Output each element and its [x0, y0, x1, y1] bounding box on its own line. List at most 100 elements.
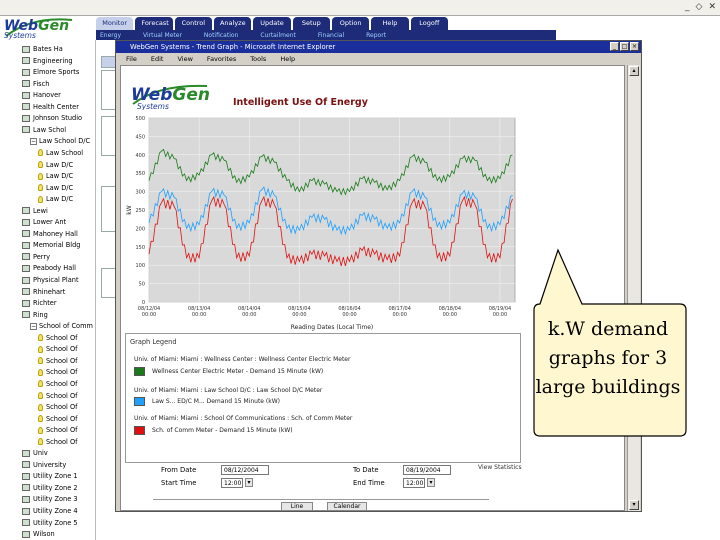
subtab-notification[interactable]: Notification: [204, 32, 238, 39]
nav-item[interactable]: Law D/C: [38, 171, 73, 181]
tab-monitor[interactable]: Monitor: [96, 17, 134, 30]
nav-item[interactable]: Engineering: [22, 56, 73, 66]
nav-item[interactable]: School Of: [38, 333, 78, 343]
nav-item[interactable]: School Of: [38, 379, 78, 389]
nav-item[interactable]: School Of: [38, 367, 78, 377]
nav-item[interactable]: School Of: [38, 402, 78, 412]
tab-update[interactable]: Update: [253, 17, 291, 30]
nav-item[interactable]: Richter: [22, 298, 57, 308]
nav-item[interactable]: Law Schol: [22, 125, 66, 135]
nav-item[interactable]: Utility Zone 3: [22, 494, 78, 504]
nav-item[interactable]: Utility Zone 5: [22, 518, 78, 528]
nav-item-label: School Of: [46, 379, 78, 388]
tab-option[interactable]: Option: [331, 17, 370, 30]
menu-help[interactable]: Help: [280, 55, 295, 63]
start-time-dropdown-icon[interactable]: ▾: [245, 478, 253, 487]
tab-logoff[interactable]: Logoff: [410, 17, 448, 30]
nav-item[interactable]: School Of: [38, 391, 78, 401]
to-date-input[interactable]: [403, 465, 451, 475]
menu-edit[interactable]: Edit: [151, 55, 164, 63]
nav-item[interactable]: Ring: [22, 310, 48, 320]
nav-item[interactable]: Utility Zone 2: [22, 483, 78, 493]
building-icon: [22, 288, 30, 296]
subtab-financial[interactable]: Financial: [318, 32, 344, 39]
menu-favorites[interactable]: Favorites: [207, 55, 236, 63]
building-icon: [22, 264, 30, 272]
nav-item-label: Richter: [33, 299, 57, 308]
restore-icon[interactable]: ◇: [696, 2, 703, 12]
nav-item[interactable]: − School of Comm: [30, 321, 93, 331]
nav-item[interactable]: Law D/C: [38, 194, 73, 204]
scroll-up-icon[interactable]: ▴: [629, 66, 639, 76]
nav-item[interactable]: Hanover: [22, 90, 61, 100]
nav-item-label: School Of: [46, 356, 78, 365]
nav-item[interactable]: Johnson Studio: [22, 113, 82, 123]
tab-setup[interactable]: Setup: [292, 17, 330, 30]
nav-item[interactable]: Health Center: [22, 102, 79, 112]
tab-analyze[interactable]: Analyze: [213, 17, 252, 30]
scroll-down-icon[interactable]: ▾: [629, 500, 639, 510]
nav-item[interactable]: Law D/C: [38, 183, 73, 193]
nav-item[interactable]: School Of: [38, 344, 78, 354]
nav-item[interactable]: Law School: [38, 148, 83, 158]
nav-item[interactable]: Mahoney Hall: [22, 229, 78, 239]
x-tick-label-time: 00:00: [443, 312, 457, 318]
main-tabs: Monitor Forecast Control Analyze Update Setup…: [96, 17, 448, 30]
nav-item[interactable]: Fisch: [22, 79, 49, 89]
nav-item[interactable]: School Of: [38, 437, 78, 447]
end-time-dropdown-icon[interactable]: ▾: [427, 478, 435, 487]
popup-close-icon[interactable]: ×: [630, 42, 639, 51]
view-statistics-link[interactable]: View Statistics: [478, 464, 522, 471]
expand-icon: −: [30, 137, 37, 145]
tab-control[interactable]: Control: [174, 17, 212, 30]
menu-file[interactable]: File: [126, 55, 137, 63]
nav-item-label: Law D/C: [46, 160, 74, 169]
end-time-input[interactable]: [403, 478, 425, 488]
nav-item[interactable]: Law D/C: [38, 160, 73, 170]
webgen-logo: WebGen Systems: [2, 14, 92, 40]
start-time-input[interactable]: [221, 478, 243, 488]
subtab-report[interactable]: Report: [366, 32, 386, 39]
nav-item[interactable]: − Law School D/C: [30, 136, 90, 146]
nav-item-label: School Of: [46, 368, 78, 377]
tab-help[interactable]: Help: [371, 17, 409, 30]
line-button[interactable]: Line: [281, 502, 313, 511]
popup-title-bar[interactable]: WebGen Systems - Trend Graph - Microsoft…: [116, 41, 641, 53]
nav-item[interactable]: Utility Zone 4: [22, 506, 78, 516]
y-tick-label: 450: [135, 134, 145, 140]
nav-item[interactable]: Univ: [22, 448, 48, 458]
nav-item[interactable]: Physical Plant: [22, 275, 79, 285]
nav-item[interactable]: School Of: [38, 425, 78, 435]
x-tick-label-time: 00:00: [342, 312, 356, 318]
nav-item[interactable]: Perry: [22, 252, 50, 262]
nav-item[interactable]: Elmore Sports: [22, 67, 79, 77]
nav-item[interactable]: Rhinehart: [22, 287, 65, 297]
minimize-icon[interactable]: _: [685, 2, 690, 12]
nav-item[interactable]: Lewi: [22, 206, 48, 216]
nav-item[interactable]: Wilson: [22, 529, 55, 539]
nav-item[interactable]: Memorial Bldg: [22, 240, 80, 250]
nav-item[interactable]: Utility Zone 1: [22, 471, 78, 481]
tab-forecast[interactable]: Forecast: [135, 17, 173, 30]
nav-item-label: Utility Zone 2: [33, 483, 78, 492]
legend-label-1: Wellness Center Electric Meter - Demand …: [152, 368, 324, 375]
nav-item[interactable]: Peabody Hall: [22, 263, 76, 273]
close-icon[interactable]: ✕: [708, 2, 716, 12]
popup-minimize-icon[interactable]: _: [610, 42, 619, 51]
nav-item[interactable]: Bates Ha: [22, 44, 63, 54]
legend-label-2: Law S... ED/C M... Demand 15 Minute (kW): [152, 398, 280, 405]
popup-maximize-icon[interactable]: □: [620, 42, 629, 51]
x-axis-label: Reading Dates (Local Time): [291, 324, 373, 331]
from-date-input[interactable]: [221, 465, 269, 475]
menu-tools[interactable]: Tools: [250, 55, 266, 63]
nav-item[interactable]: Lower Ant: [22, 217, 66, 227]
nav-item[interactable]: School Of: [38, 356, 78, 366]
calendar-button[interactable]: Calendar: [327, 502, 367, 511]
nav-item[interactable]: University: [22, 460, 66, 470]
nav-item-label: School Of: [46, 426, 78, 435]
subtab-energy[interactable]: Energy: [100, 32, 121, 39]
subtab-curtailment[interactable]: Curtailment: [260, 32, 296, 39]
menu-view[interactable]: View: [177, 55, 192, 63]
nav-item[interactable]: School Of: [38, 414, 78, 424]
subtab-virtual-meter[interactable]: Virtual Meter: [143, 32, 182, 39]
